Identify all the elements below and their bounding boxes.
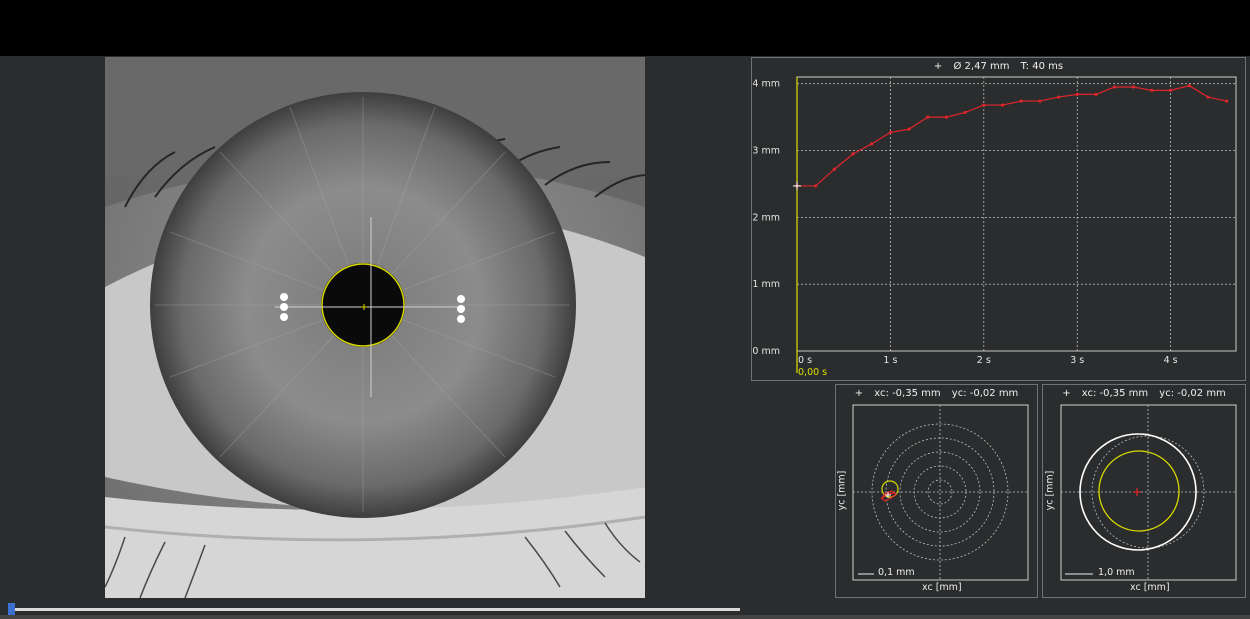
data-point [851,152,855,156]
x-axis-label: xc [mm] [922,582,962,593]
bottom-strip [0,615,1250,619]
data-point [1187,84,1191,88]
cursor-time-label: 0,00 s [798,367,827,378]
data-point [888,130,893,135]
centroid-plot-large [1060,404,1237,581]
data-point [832,167,836,171]
x-tick-label: 4 s [1164,355,1178,366]
top-bar [0,0,1250,56]
y-tick-label: 3 mm [752,146,780,157]
data-point [1206,95,1210,99]
playback-progress-handle[interactable] [8,603,15,615]
y-tick-label: 4 mm [752,79,780,90]
pupil-diameter-chart-panel: + Ø 2,47 mm T: 40 ms 4 mm 3 mm 2 mm 1 mm 0 m… [751,57,1246,381]
data-point [1094,92,1098,96]
y-axis-label: yc [mm] [1044,470,1056,511]
data-point [1075,92,1079,96]
data-point [1150,88,1154,92]
pupil-diameter-line-chart: 4 mm 3 mm 2 mm 1 mm 0 mm 0 s 1 s 2 s 3 s 4 s 0,00 … [752,76,1237,378]
data-point [1131,85,1135,89]
centroid-plot-small-panel: + xc: -0,35 mm yc: -0,02 mm 0,1 mm xc [m… [835,384,1038,598]
eye-camera-view [105,57,645,598]
data-point [1038,99,1042,103]
data-point [1169,88,1173,92]
y-tick-label: 0 mm [752,346,780,357]
data-point [1019,99,1023,103]
data-point [1112,85,1117,89]
data-point [963,110,967,115]
x-tick-label: 3 s [1070,355,1084,366]
playback-progress-track[interactable] [12,608,740,611]
y-axis-label: yc [mm] [836,470,848,511]
y-tick-label: 1 mm [752,279,780,290]
scale-label: 0,1 mm [878,567,915,578]
data-point [1225,99,1229,103]
pupil-diameter-line [797,85,1227,187]
data-point [1000,103,1005,107]
x-tick-label: 0 s [798,355,812,366]
scale-label: 1,0 mm [1098,567,1135,578]
data-point [926,115,930,119]
data-point [814,184,818,188]
x-tick-label: 2 s [977,355,991,366]
centroid-plot-small [852,404,1029,581]
data-point [907,127,911,131]
y-tick-label: 2 mm [752,212,780,223]
plot-frame [796,76,1237,352]
x-tick-label: 1 s [883,355,897,366]
data-point [870,142,874,146]
centroid-plot-large-panel: + xc: -0,35 mm yc: -0,02 mm 1,0 mm xc [m… [1042,384,1246,598]
data-point [1056,95,1061,99]
x-axis-label: xc [mm] [1130,582,1170,593]
data-point [982,103,986,107]
data-point [944,115,949,119]
